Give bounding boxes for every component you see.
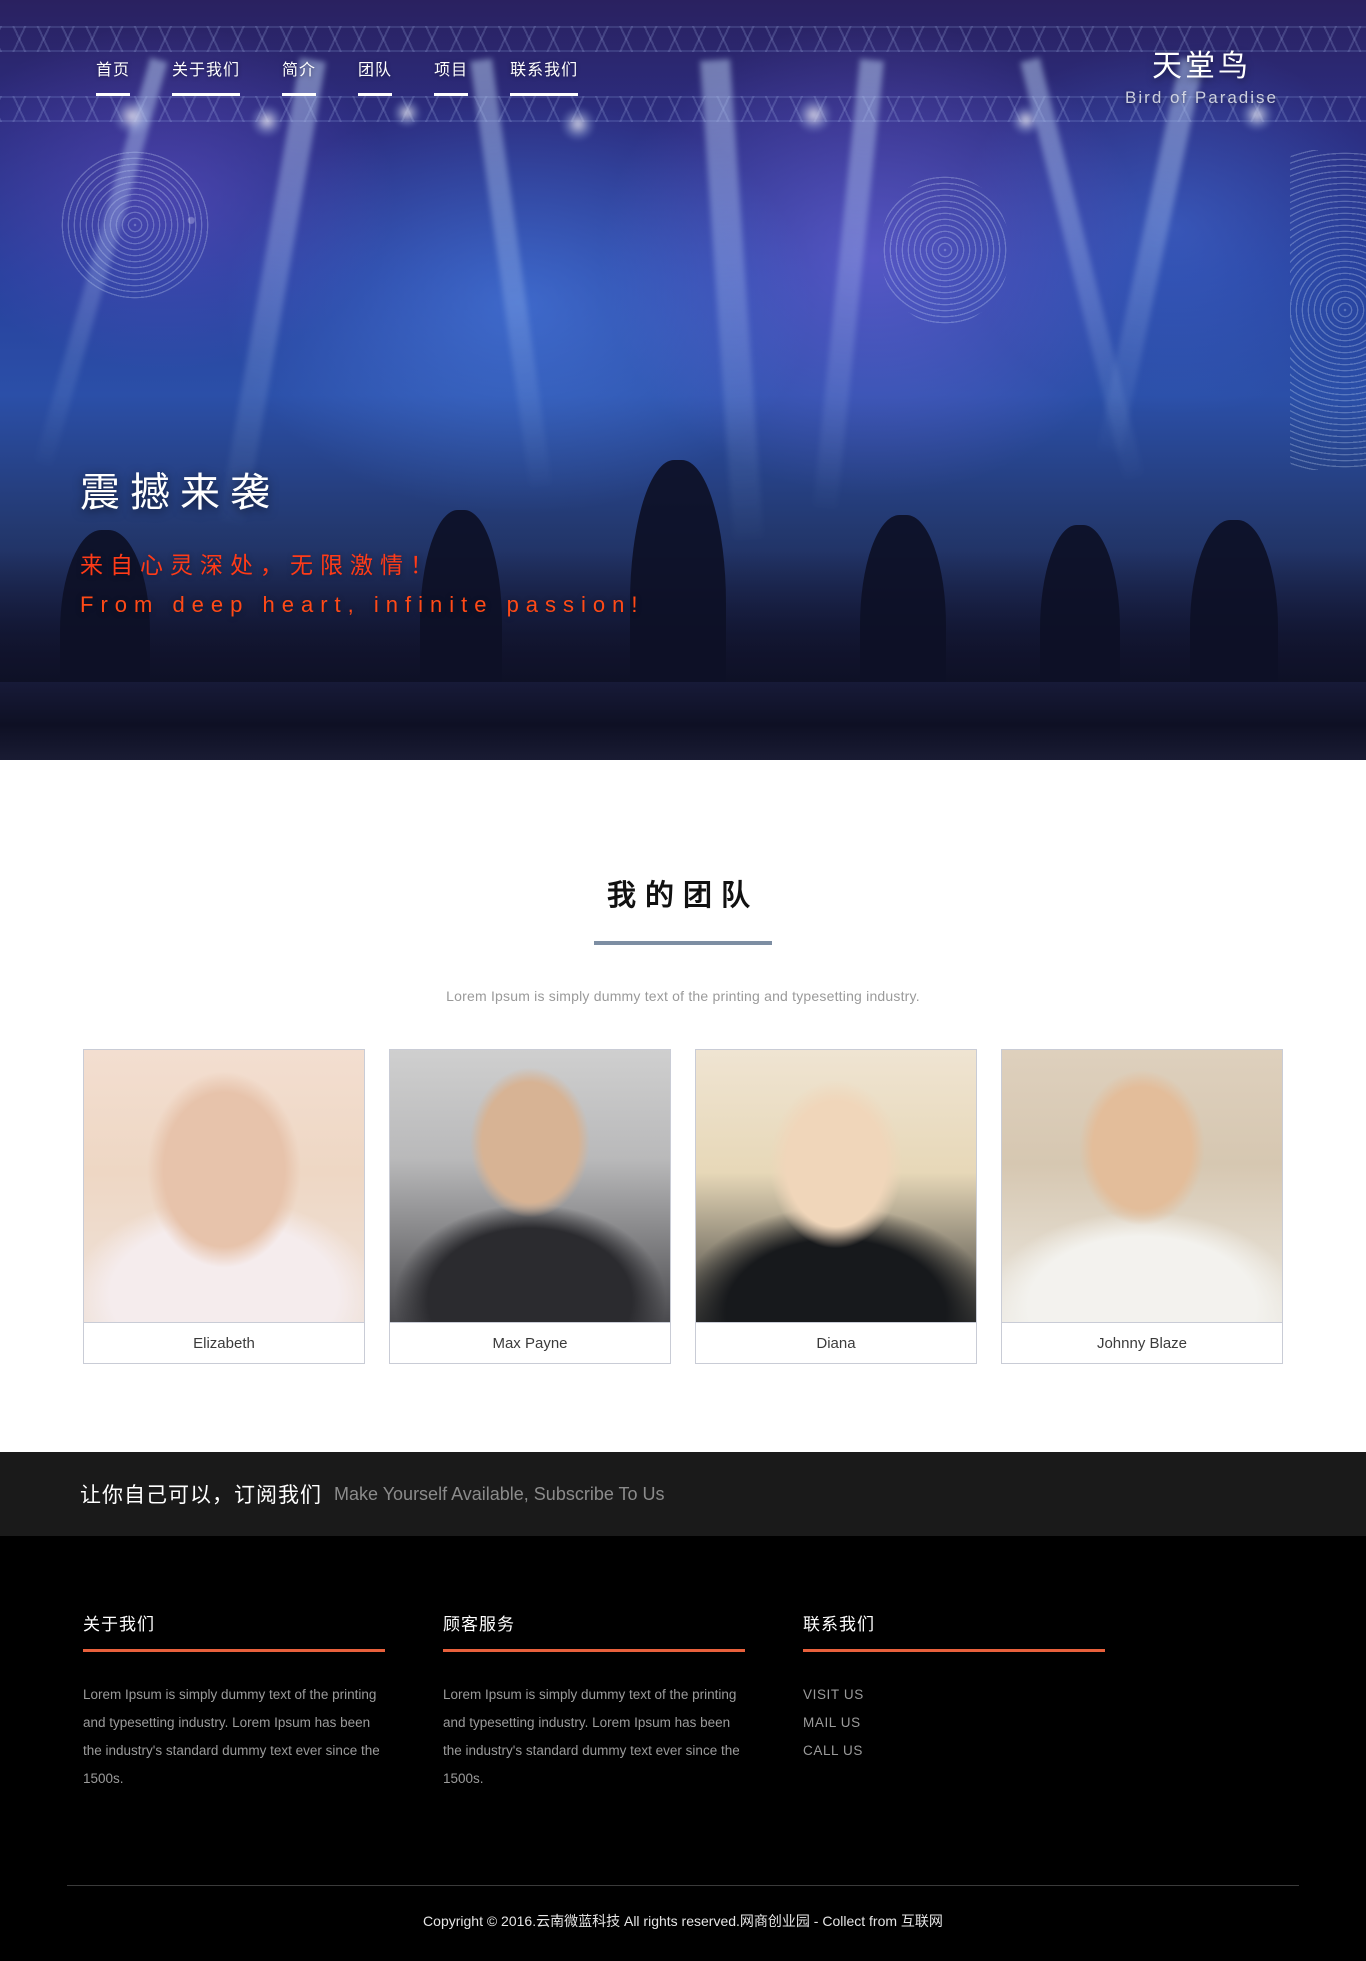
team-card[interactable]: Johnny Blaze [1001, 1049, 1283, 1364]
hero-subtitle-en: From deep heart, infinite passion! [80, 592, 645, 617]
site-footer: 关于我们 Lorem Ipsum is simply dummy text of… [0, 1536, 1366, 1961]
logo-title-en: Bird of Paradise [1125, 87, 1278, 107]
stage-floor [0, 682, 1366, 760]
footer-title-divider [803, 1649, 1105, 1652]
title-divider [594, 941, 772, 945]
member-photo [1002, 1050, 1282, 1322]
nav-item-about[interactable]: 关于我们 [172, 56, 240, 96]
hero-title: 震撼来袭 [80, 471, 280, 515]
nav-item-intro[interactable]: 简介 [282, 56, 316, 96]
hero-banner: 首页 关于我们 简介 团队 项目 联系我们 天堂鸟 Bird of Paradi… [0, 0, 1366, 760]
nav-item-home[interactable]: 首页 [96, 56, 130, 96]
member-photo [696, 1050, 976, 1322]
footer-title-divider [443, 1649, 745, 1652]
member-photo [390, 1050, 670, 1322]
member-name: Johnny Blaze [1002, 1322, 1282, 1363]
team-section: 我的团队 Lorem Ipsum is simply dummy text of… [0, 760, 1366, 1452]
member-name: Elizabeth [84, 1322, 364, 1363]
team-header: 我的团队 [0, 872, 1366, 945]
footer-column-service: 顾客服务 Lorem Ipsum is simply dummy text of… [443, 1610, 748, 1793]
footer-columns: 关于我们 Lorem Ipsum is simply dummy text of… [83, 1610, 1283, 1793]
team-card-list: Elizabeth Max Payne Diana Johnny Blaze [83, 1049, 1283, 1364]
subscribe-banner: 让你自己可以，订阅我们 Make Yourself Available, Sub… [0, 1452, 1366, 1536]
member-name: Max Payne [390, 1322, 670, 1363]
copyright-text: Copyright © 2016.云南微蓝科技 All rights reser… [423, 1913, 943, 1929]
footer-link-call-us[interactable]: CALL US [803, 1737, 1108, 1765]
member-name: Diana [696, 1322, 976, 1363]
nav-list: 首页 关于我们 简介 团队 项目 联系我们 [96, 56, 578, 96]
footer-link-visit-us[interactable]: VISIT US [803, 1681, 1108, 1709]
nav-item-team[interactable]: 团队 [358, 56, 392, 96]
footer-column-body: Lorem Ipsum is simply dummy text of the … [443, 1687, 740, 1786]
footer-column-body: Lorem Ipsum is simply dummy text of the … [83, 1687, 380, 1786]
team-subtitle: Lorem Ipsum is simply dummy text of the … [446, 988, 920, 1004]
footer-column-title: 联系我们 [803, 1615, 875, 1634]
footer-contact-links: VISIT US MAIL US CALL US [803, 1681, 1108, 1765]
subscribe-headline-cn: 让你自己可以，订阅我们 [80, 1484, 322, 1507]
hero-copy: 震撼来袭 来自心灵深处，无限激情！ From deep heart, infin… [80, 460, 645, 618]
page-title: 我的团队 [606, 880, 759, 912]
footer-title-divider [83, 1649, 385, 1652]
member-photo [84, 1050, 364, 1322]
logo-title-cn: 天堂鸟 [1152, 50, 1252, 83]
subscribe-headline-en: Make Yourself Available, Subscribe To Us [334, 1483, 665, 1504]
footer-column-title: 关于我们 [83, 1615, 155, 1634]
footer-link-mail-us[interactable]: MAIL US [803, 1709, 1108, 1737]
hero-subtitle-cn: 来自心灵深处，无限激情！ [80, 552, 440, 578]
nav-item-project[interactable]: 项目 [434, 56, 468, 96]
footer-column-title: 顾客服务 [443, 1615, 515, 1634]
team-card[interactable]: Max Payne [389, 1049, 671, 1364]
team-card[interactable]: Diana [695, 1049, 977, 1364]
main-navigation: 首页 关于我们 简介 团队 项目 联系我们 天堂鸟 Bird of Paradi… [0, 0, 1366, 120]
footer-column-contact: 联系我们 VISIT US MAIL US CALL US [803, 1610, 1108, 1793]
footer-column-about: 关于我们 Lorem Ipsum is simply dummy text of… [83, 1610, 388, 1793]
nav-item-contact[interactable]: 联系我们 [510, 56, 578, 96]
team-card[interactable]: Elizabeth [83, 1049, 365, 1364]
site-logo[interactable]: 天堂鸟 Bird of Paradise [1125, 48, 1278, 108]
